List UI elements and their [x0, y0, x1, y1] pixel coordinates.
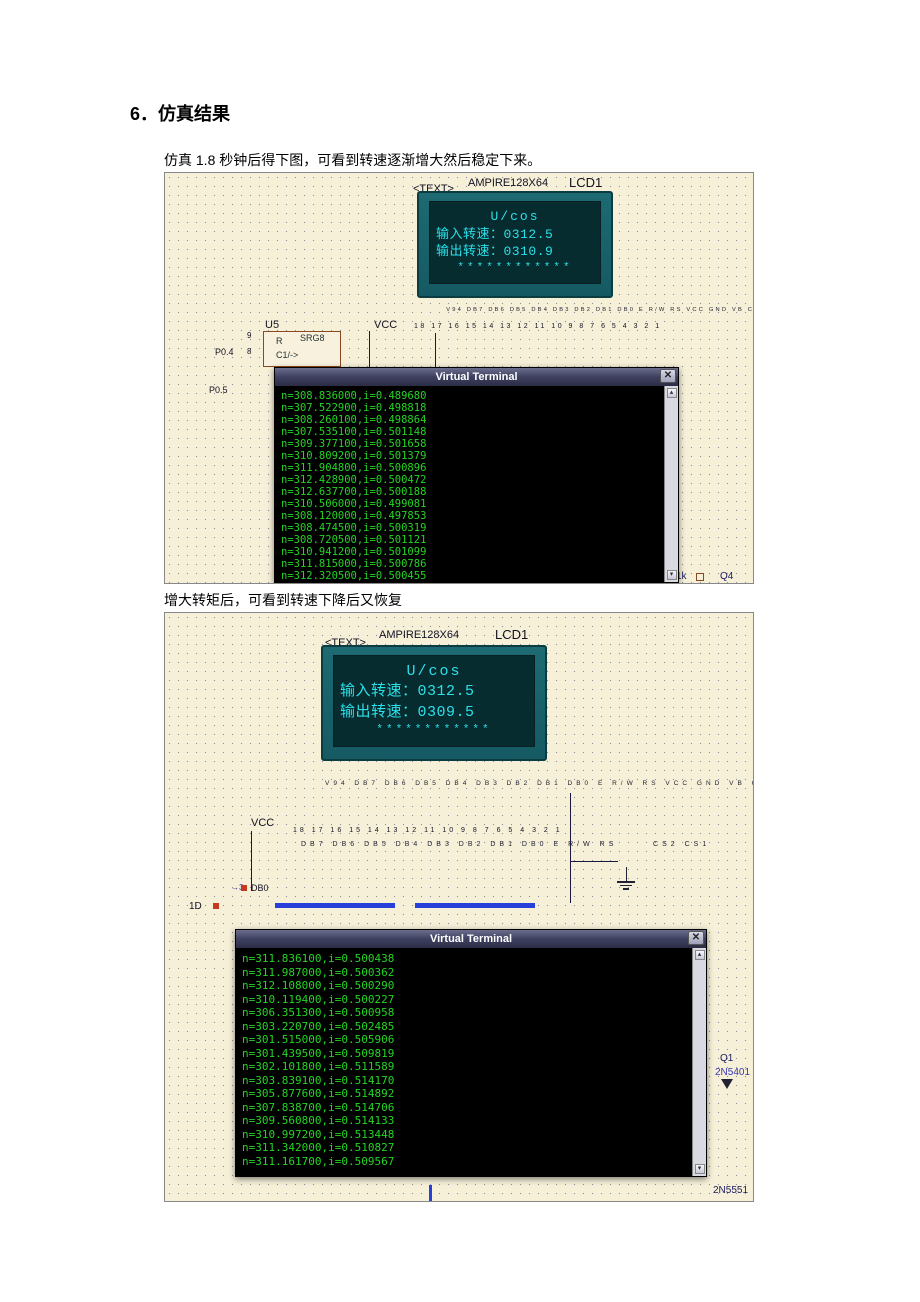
terminal-line: n=303.839100,i=0.514170 — [242, 1074, 686, 1088]
screenshot-1: <TEXT> AMPIRE128X64 LCD1 U/cos 输入转速：0312… — [164, 172, 790, 584]
lcd-module-2: U/cos 输入转速：0312.5 输出转速：0309.5 **********… — [321, 645, 547, 761]
lcd-line-input-2: 输入转速：0312.5 — [340, 682, 528, 702]
schematic-canvas-2: <TEXT> AMPIRE128X64 LCD1 U/cos 输入转速：0312… — [164, 612, 754, 1202]
terminal-line: n=310.997200,i=0.513448 — [242, 1128, 686, 1142]
terminal-line: n=309.377100,i=0.501658 — [281, 438, 658, 450]
terminal-line: n=307.535100,i=0.501148 — [281, 426, 658, 438]
lcd-title-2: U/cos — [340, 662, 528, 682]
terminal-line: n=310.506000,i=0.499081 — [281, 498, 658, 510]
c1-pin-label: C1/-> — [276, 350, 298, 360]
terminal-line: n=307.522900,i=0.498818 — [281, 402, 658, 414]
q1-label: Q1 — [720, 1053, 733, 1064]
section-heading: 6．仿真结果 — [130, 100, 790, 126]
pin9-label: 9 — [247, 331, 251, 340]
vcc-label-1: VCC — [374, 319, 397, 331]
scroll-up-icon-2[interactable]: ▴ — [695, 950, 705, 960]
terminal-line: n=310.809200,i=0.501379 — [281, 450, 658, 462]
schematic-canvas-1: <TEXT> AMPIRE128X64 LCD1 U/cos 输入转速：0312… — [164, 172, 754, 584]
lcd-pin-numbers: 18 17 16 15 14 13 12 11 10 9 8 7 6 5 4 3… — [414, 323, 662, 330]
terminal-line: n=308.720500,i=0.501121 — [281, 534, 658, 546]
terminal-line: n=302.101800,i=0.511589 — [242, 1060, 686, 1074]
lcd-screen-2: U/cos 输入转速：0312.5 输出转速：0309.5 **********… — [333, 655, 535, 747]
vcc-label-2: VCC — [251, 817, 274, 829]
terminal-titlebar[interactable]: Virtual Terminal ✕ — [275, 368, 678, 386]
terminal-line: n=310.941200,i=0.501099 — [281, 546, 658, 558]
terminal-scrollbar[interactable]: ▴ ▾ — [664, 386, 678, 582]
terminal-line: n=309.560800,i=0.514133 — [242, 1114, 686, 1128]
lcd-part-label-2: AMPIRE128X64 — [379, 629, 459, 641]
lcd-line-stars: ************ — [436, 261, 594, 276]
part-2n5401-label: 2N5401 — [715, 1067, 750, 1078]
p05-label: P0.5 — [209, 385, 228, 395]
terminal-line: n=311.987000,i=0.500362 — [242, 966, 686, 980]
r-pin-label: R — [276, 336, 283, 346]
terminal-scrollbar-2[interactable]: ▴ ▾ — [692, 948, 706, 1176]
lcd-part-label: AMPIRE128X64 — [468, 177, 548, 189]
terminal-line: n=308.260100,i=0.498864 — [281, 414, 658, 426]
terminal-line: n=311.342000,i=0.510827 — [242, 1141, 686, 1155]
terminal-line: n=310.119400,i=0.500227 — [242, 993, 686, 1007]
close-icon[interactable]: ✕ — [660, 369, 676, 383]
scroll-down-icon[interactable]: ▾ — [667, 570, 677, 580]
terminal-line: n=308.836000,i=0.489680 — [281, 390, 658, 402]
caption-1: 仿真 1.8 秒钟后得下图，可看到转速逐渐增大然后稳定下来。 — [164, 150, 790, 170]
one-d-label: 1D — [189, 901, 202, 912]
lcd-screen-1: U/cos 输入转速：0312.5 输出转速：0310.9 **********… — [429, 201, 601, 284]
pin8-label: 8 — [247, 347, 251, 356]
scroll-up-icon[interactable]: ▴ — [667, 388, 677, 398]
terminal-line: n=311.161700,i=0.509567 — [242, 1155, 686, 1169]
lcd-module-1: U/cos 输入转速：0312.5 输出转速：0310.9 **********… — [417, 191, 613, 298]
u5-label: U5 — [265, 319, 279, 331]
terminal-title-text: Virtual Terminal — [435, 371, 517, 383]
close-icon-2[interactable]: ✕ — [688, 931, 704, 945]
p04-label: P0.4 — [215, 347, 234, 357]
srg8-label: SRG8 — [300, 333, 325, 343]
terminal-line: n=312.428900,i=0.500472 — [281, 474, 658, 486]
terminal-line: n=303.220700,i=0.502485 — [242, 1020, 686, 1034]
terminal-line: n=312.320500,i=0.500455 — [281, 570, 658, 582]
terminal-line: n=308.120000,i=0.497853 — [281, 510, 658, 522]
lcd-line-stars-2: ************ — [340, 723, 528, 738]
lcd-name-label: LCD1 — [569, 175, 602, 190]
lcd-line-output-2: 输出转速：0309.5 — [340, 703, 528, 723]
terminal-line: n=301.515000,i=0.505906 — [242, 1033, 686, 1047]
terminal-line: n=306.351300,i=0.500958 — [242, 1006, 686, 1020]
terminal-line: n=311.815000,i=0.500786 — [281, 558, 658, 570]
screenshot-2: <TEXT> AMPIRE128X64 LCD1 U/cos 输入转速：0312… — [164, 612, 790, 1202]
terminal-line: n=312.108000,i=0.500290 — [242, 979, 686, 993]
terminal-line: n=308.474500,i=0.500319 — [281, 522, 658, 534]
terminal-title-text-2: Virtual Terminal — [430, 933, 512, 945]
q4-label: Q4 — [720, 571, 733, 582]
lcd-name-label-2: LCD1 — [495, 627, 528, 642]
terminal-line: n=301.439500,i=0.509819 — [242, 1047, 686, 1061]
virtual-terminal-1[interactable]: Virtual Terminal ✕ n=308.836000,i=0.4896… — [274, 367, 679, 583]
lcd-pin-names-2: V94 DB7 DB6 DB5 DB4 DB3 DB2 DB1 DB0 E R/… — [325, 781, 754, 788]
lcd-pin-names: V94 DB7 DB6 DB5 DB4 DB3 DB2 DB1 DB0 E R/… — [446, 307, 754, 313]
caption-2: 增大转矩后，可看到转速下降后又恢复 — [164, 590, 790, 610]
part-2n5551-label: 2N5551 — [713, 1185, 748, 1196]
pin-numbers-2a: 18 17 16 15 14 13 12 11 10 9 8 7 6 5 4 3… — [293, 827, 563, 834]
virtual-terminal-2[interactable]: Virtual Terminal ✕ n=311.836100,i=0.5004… — [235, 929, 707, 1177]
terminal-line: n=305.877600,i=0.514892 — [242, 1087, 686, 1101]
terminal-line: n=311.904800,i=0.500896 — [281, 462, 658, 474]
pin-names-2b: DB7 DB6 DB5 DB4 DB3 DB2 DB1 DB0 E R/W RS… — [301, 841, 710, 848]
terminal-line: n=307.838700,i=0.514706 — [242, 1101, 686, 1115]
terminal-output-2: n=311.836100,i=0.500438n=311.987000,i=0.… — [236, 948, 692, 1176]
terminal-line: n=311.836100,i=0.500438 — [242, 952, 686, 966]
scroll-down-icon-2[interactable]: ▾ — [695, 1164, 705, 1174]
terminal-line: n=312.637700,i=0.500188 — [281, 486, 658, 498]
db0-label: DB0 — [251, 883, 269, 893]
terminal-output-1: n=308.836000,i=0.489680n=307.522900,i=0.… — [275, 386, 664, 582]
lcd-line-output: 输出转速：0310.9 — [436, 243, 594, 261]
lcd-line-input: 输入转速：0312.5 — [436, 226, 594, 244]
terminal-titlebar-2[interactable]: Virtual Terminal ✕ — [236, 930, 706, 948]
lcd-title: U/cos — [436, 208, 594, 226]
shift-register-box: SRG8 R C1/-> — [263, 331, 341, 367]
